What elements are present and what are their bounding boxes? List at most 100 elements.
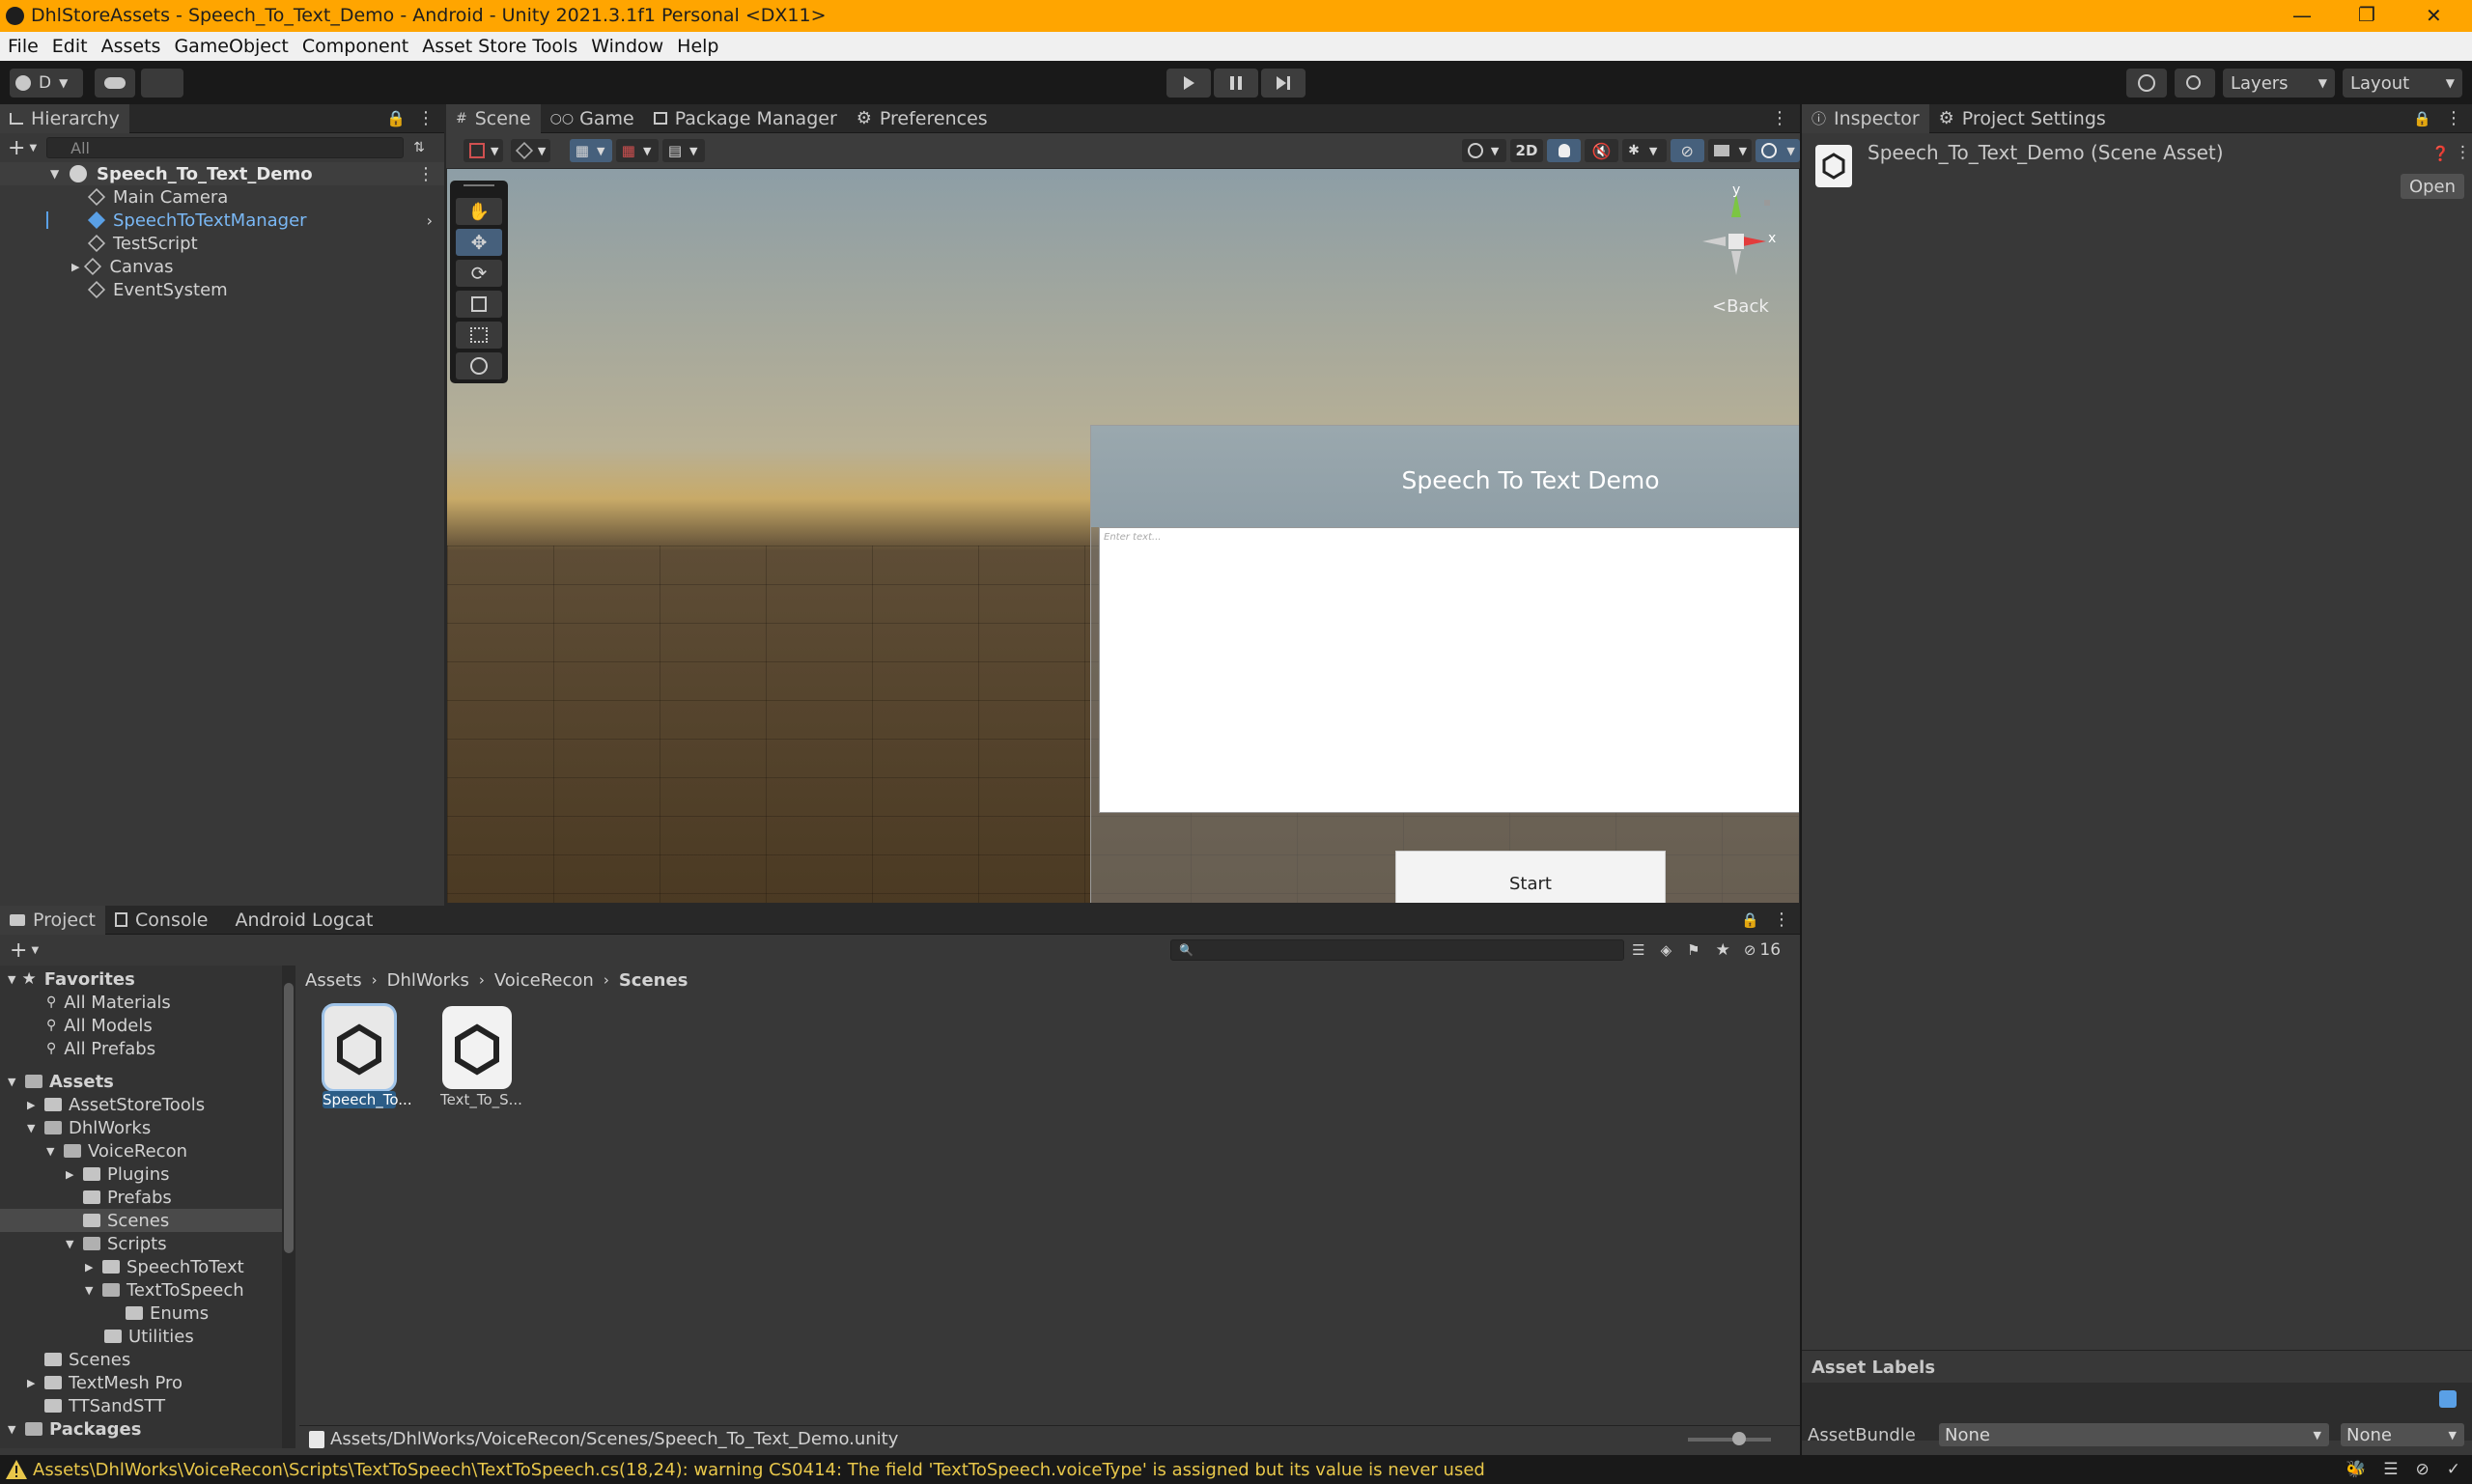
tree-folder[interactable]: ▶ SpeechToText (0, 1255, 282, 1278)
chevron-down-icon[interactable]: ▼ (46, 1145, 58, 1158)
chevron-right-icon[interactable]: ▶ (66, 1168, 77, 1181)
layers-dropdown[interactable]: Layers ▼ (2223, 69, 2335, 98)
debug-icon[interactable]: 🐝 (2346, 1460, 2366, 1479)
text-input-field[interactable]: Enter text... (1099, 527, 1799, 813)
hierarchy-item-speechtotextmanager[interactable]: SpeechToTextManager › (0, 209, 444, 232)
lock-icon[interactable]: 🔒 (1741, 911, 1759, 929)
step-button[interactable] (1261, 69, 1306, 98)
grid-snap-toggle[interactable]: ▦ ▼ (569, 139, 612, 162)
tab-package-manager[interactable]: Package Manager (644, 104, 847, 133)
scale-tool-button[interactable] (456, 291, 502, 318)
orientation-gizmo[interactable]: y x <Back (1673, 182, 1780, 317)
menu-gameobject[interactable]: GameObject (174, 36, 288, 57)
start-button[interactable]: Start (1395, 851, 1666, 903)
asset-bundle-dropdown[interactable]: None ▼ (1939, 1423, 2329, 1446)
hierarchy-scene-root[interactable]: ▼ Speech_To_Text_Demo ⋮ (0, 162, 444, 185)
tree-folder[interactable]: Prefabs (0, 1186, 282, 1209)
global-local-dropdown[interactable]: ▼ (510, 139, 550, 162)
search-options-icon[interactable]: ☰ (1632, 941, 1644, 959)
chevron-down-icon[interactable]: ▼ (8, 1423, 19, 1436)
tree-favorite-item[interactable]: ⚲ All Prefabs (0, 1037, 282, 1060)
tab-scene[interactable]: # Scene (446, 103, 541, 133)
file-item-selected[interactable]: Speech_To... (323, 1006, 412, 1108)
ruler-dropdown[interactable]: ▤ ▼ (661, 139, 705, 162)
shading-dropdown[interactable]: ▼ (1461, 139, 1506, 162)
menu-component[interactable]: Component (302, 36, 408, 57)
kebab-menu-icon[interactable]: ⋮ (2455, 143, 2471, 162)
chevron-right-icon[interactable]: ▶ (27, 1377, 39, 1389)
tree-folder[interactable]: ▼ VoiceRecon (0, 1139, 282, 1162)
tree-favorite-item[interactable]: ⚲ All Materials (0, 991, 282, 1014)
transform-tool-button[interactable] (456, 352, 502, 379)
restore-icon[interactable]: ❐ (2358, 3, 2375, 26)
favorite-star-icon[interactable]: ★ (1716, 940, 1730, 960)
tree-folder-selected[interactable]: Scenes (0, 1209, 282, 1232)
kebab-menu-icon[interactable]: ⋮ (1771, 108, 1788, 128)
help-icon[interactable]: ❓ (2431, 145, 2450, 162)
camera-dropdown[interactable]: ▼ (1707, 139, 1753, 162)
hierarchy-item-main-camera[interactable]: Main Camera (0, 185, 444, 209)
lock-icon[interactable]: 🔒 (386, 109, 406, 127)
progress-icon[interactable]: ☰ (2383, 1460, 2398, 1479)
breadcrumb-current[interactable]: Scenes (619, 970, 688, 991)
tree-folder[interactable]: ▼ DhlWorks (0, 1116, 282, 1139)
tab-project[interactable]: Project (0, 905, 106, 935)
tree-favorites[interactable]: ▼ ★ Favorites (0, 967, 282, 991)
chevron-down-icon[interactable]: ▼ (8, 1076, 19, 1088)
tree-folder[interactable]: ▼ Packages (0, 1417, 282, 1441)
breadcrumb-item[interactable]: VoiceRecon (494, 970, 594, 991)
tab-game[interactable]: ○○ Game (541, 104, 644, 133)
hierarchy-item-eventsystem[interactable]: EventSystem (0, 278, 444, 301)
breadcrumb-item[interactable]: Assets (305, 970, 362, 991)
lock-icon[interactable]: 🔒 (2413, 110, 2431, 127)
add-icon[interactable]: + (10, 938, 27, 963)
kebab-menu-icon[interactable]: ⋮ (417, 108, 435, 128)
account-dropdown[interactable]: D ▼ (10, 69, 83, 98)
menu-assets[interactable]: Assets (101, 36, 161, 57)
status-message[interactable]: Assets\DhlWorks\VoiceRecon\Scripts\TextT… (33, 1460, 1485, 1480)
tab-project-settings[interactable]: ⚙ Project Settings (1929, 104, 2116, 133)
chevron-right-icon[interactable]: ▶ (85, 1261, 97, 1274)
menu-window[interactable]: Window (591, 36, 663, 57)
tree-folder[interactable]: ▶ AssetStoreTools (0, 1093, 282, 1116)
tree-scrollbar-thumb[interactable] (284, 983, 294, 1253)
minimize-icon[interactable]: — (2292, 4, 2312, 27)
tab-console[interactable]: Console (105, 906, 217, 935)
tree-folder[interactable]: ▶ TextMesh Pro (0, 1371, 282, 1394)
tree-folder[interactable]: Scenes (0, 1348, 282, 1371)
tree-folder[interactable]: Utilities (0, 1325, 282, 1348)
effects-dropdown[interactable]: ✱ ▼ (1622, 139, 1667, 162)
chevron-down-icon[interactable]: ▼ (31, 945, 39, 956)
breadcrumb-item[interactable]: DhlWorks (387, 970, 469, 991)
chevron-down-icon[interactable]: ▼ (29, 143, 37, 154)
audio-toggle[interactable]: 🔇 (1585, 139, 1619, 162)
tree-folder[interactable]: ▼ Scripts (0, 1232, 282, 1255)
tree-folder[interactable]: ▼ Assets (0, 1070, 282, 1093)
search-options-icon[interactable]: ⇅ (413, 140, 425, 155)
file-item[interactable]: Text_To_S... (440, 1006, 522, 1108)
hidden-packages-icon[interactable]: ⊘ (1744, 941, 1756, 959)
snap-increment-dropdown[interactable]: ▦ ▼ (615, 139, 659, 162)
menu-edit[interactable]: Edit (52, 36, 88, 57)
chevron-down-icon[interactable]: ▼ (66, 1238, 77, 1250)
draw-mode-dropdown[interactable]: ▼ (464, 139, 503, 162)
chevron-down-icon[interactable]: ▼ (8, 973, 15, 986)
gizmos-dropdown[interactable]: ▼ (1756, 139, 1800, 162)
tab-preferences[interactable]: ⚙ Preferences (847, 104, 997, 133)
chevron-down-icon[interactable]: ▼ (50, 167, 59, 181)
close-icon[interactable]: ✕ (2426, 4, 2442, 27)
asset-variant-dropdown[interactable]: None ▼ (2341, 1423, 2464, 1446)
tab-android-logcat[interactable]: Android Logcat (217, 906, 382, 935)
tree-scrollbar[interactable] (282, 966, 295, 1448)
chevron-down-icon[interactable]: ▼ (85, 1284, 97, 1297)
auto-generate-lighting-icon[interactable]: ⊘ (2416, 1460, 2430, 1479)
kebab-menu-icon[interactable]: ⋮ (2445, 108, 2462, 128)
tag-icon[interactable] (2439, 1390, 2457, 1408)
filter-by-label-icon[interactable]: ⚑ (1687, 941, 1700, 959)
tree-folder[interactable]: TTSandSTT (0, 1394, 282, 1417)
collab-button[interactable] (141, 69, 183, 98)
chevron-right-icon[interactable]: › (427, 211, 433, 230)
kebab-menu-icon[interactable]: ⋮ (417, 164, 435, 184)
scene-visibility-toggle[interactable]: ⊘ (1670, 139, 1704, 162)
layout-dropdown[interactable]: Layout ▼ (2343, 69, 2462, 98)
